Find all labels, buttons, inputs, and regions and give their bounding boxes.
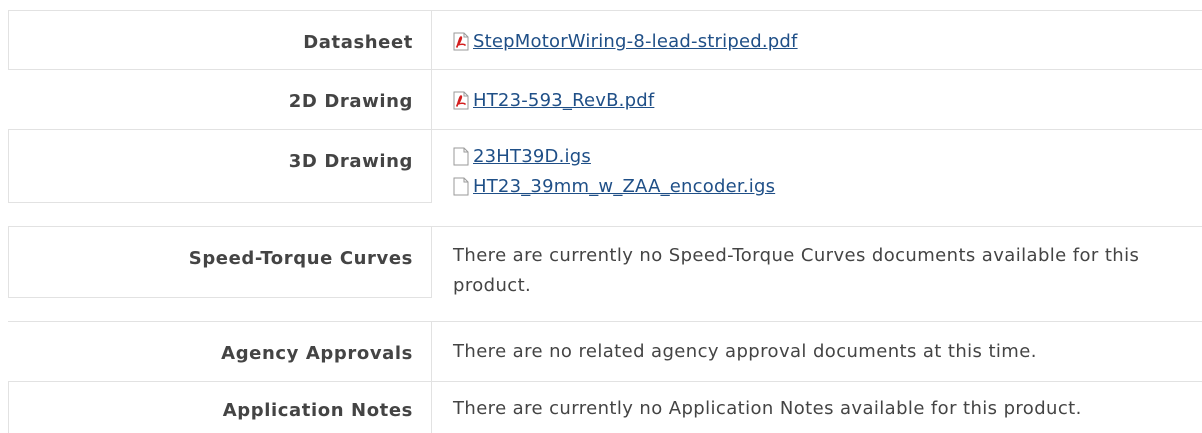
table-row-datasheet: Datasheet StepMotorWiring-8-lead-striped… [8, 10, 1202, 70]
row-value-cell: There are currently no Application Notes… [433, 382, 1202, 433]
row-label-cell: Speed-Torque Curves [8, 227, 432, 298]
no-documents-message: There are currently no Speed-Torque Curv… [453, 245, 1140, 296]
file-entry: HT23-593_RevB.pdf [453, 90, 1202, 120]
file-link-2d-drawing-pdf[interactable]: HT23-593_RevB.pdf [473, 90, 654, 111]
file-entry: 23HT39D.igs [453, 146, 1202, 176]
table-row-application-notes: Application Notes There are currently no… [8, 381, 1202, 433]
row-label-cell: 2D Drawing [8, 70, 432, 130]
no-documents-message: There are no related agency approval doc… [453, 341, 1037, 362]
file-link-3d-drawing-igs[interactable]: 23HT39D.igs [473, 146, 591, 167]
row-label-cell: Datasheet [8, 11, 432, 70]
row-label-cell: Agency Approvals [8, 322, 432, 382]
row-value-cell: 23HT39D.igs HT23_39mm_w_ZAA_encoder.igs [433, 130, 1202, 227]
row-label-cell: 3D Drawing [8, 130, 432, 203]
table-row-3d-drawing: 3D Drawing 23HT39D.igs HT23_39mm_w_ZAA_e… [8, 129, 1202, 227]
pdf-icon [453, 32, 469, 51]
file-link-datasheet-pdf[interactable]: StepMotorWiring-8-lead-striped.pdf [473, 31, 798, 52]
row-value-cell: There are no related agency approval doc… [433, 322, 1202, 382]
row-label-cell: Application Notes [8, 382, 432, 433]
row-label-agency-approvals: Agency Approvals [221, 343, 413, 364]
file-icon [453, 177, 469, 196]
file-entry: HT23_39mm_w_ZAA_encoder.igs [453, 176, 1202, 206]
file-entry: StepMotorWiring-8-lead-striped.pdf [453, 31, 1202, 61]
row-value-cell: HT23-593_RevB.pdf [433, 70, 1202, 130]
row-label-application-notes: Application Notes [222, 400, 413, 421]
file-link-encoder-igs[interactable]: HT23_39mm_w_ZAA_encoder.igs [473, 176, 775, 197]
row-value-cell: There are currently no Speed-Torque Curv… [433, 227, 1202, 322]
table-row-2d-drawing: 2D Drawing HT23-593_RevB.pdf [8, 69, 1202, 130]
documents-table: Datasheet StepMotorWiring-8-lead-striped… [8, 10, 1202, 433]
table-row-agency-approvals: Agency Approvals There are no related ag… [8, 321, 1202, 382]
pdf-icon [453, 91, 469, 110]
row-value-cell: StepMotorWiring-8-lead-striped.pdf [433, 11, 1202, 70]
no-documents-message: There are currently no Application Notes… [453, 398, 1082, 419]
row-label-datasheet: Datasheet [303, 32, 413, 53]
row-label-speed-torque: Speed-Torque Curves [188, 248, 413, 269]
table-row-speed-torque: Speed-Torque Curves There are currently … [8, 226, 1202, 322]
row-label-3d-drawing: 3D Drawing [288, 151, 413, 172]
row-label-2d-drawing: 2D Drawing [288, 91, 413, 112]
file-icon [453, 147, 469, 166]
